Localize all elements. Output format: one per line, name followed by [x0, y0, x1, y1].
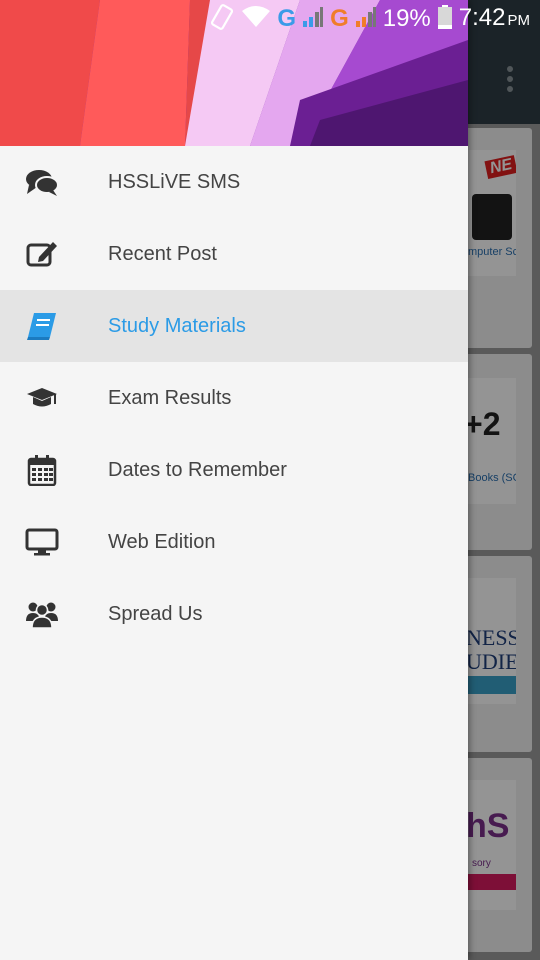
menu-item-spread-us[interactable]: Spread Us — [0, 578, 468, 650]
menu-item-label: Web Edition — [108, 531, 216, 553]
clock-ampm: PM — [507, 11, 531, 29]
menu-item-study-materials[interactable]: Study Materials — [0, 290, 468, 362]
menu-item-web-edition[interactable]: Web Edition — [0, 506, 468, 578]
signal-icon — [302, 6, 324, 33]
edit-icon — [24, 239, 60, 269]
navigation-drawer: HSSLiVE SMS Recent Post Study Materials … — [0, 0, 468, 960]
clock: 7:42 PM — [459, 3, 530, 36]
battery-percent: 19% — [382, 5, 431, 32]
vibrate-icon — [209, 3, 235, 35]
menu-item-label: Spread Us — [108, 603, 203, 625]
desktop-icon — [24, 527, 60, 557]
network-type-1: G — [277, 5, 297, 32]
menu-item-exam-results[interactable]: Exam Results — [0, 362, 468, 434]
menu-item-label: Dates to Remember — [108, 459, 287, 481]
wifi-icon — [241, 5, 271, 34]
menu-item-label: Recent Post — [108, 243, 217, 265]
menu-item-hsslive-sms[interactable]: HSSLiVE SMS — [0, 146, 468, 218]
network-type-2: G — [330, 5, 349, 32]
signal-icon — [355, 6, 377, 33]
status-bar: G G 19% 7:42 PM — [0, 0, 540, 38]
menu-item-recent-post[interactable]: Recent Post — [0, 218, 468, 290]
clock-time: 7:42 — [458, 3, 506, 31]
menu-item-label: Study Materials — [108, 315, 246, 337]
drawer-menu: HSSLiVE SMS Recent Post Study Materials … — [0, 146, 468, 650]
comments-icon — [24, 167, 60, 197]
graduation-cap-icon — [24, 383, 60, 413]
calendar-icon — [24, 455, 60, 486]
battery-icon — [437, 4, 453, 35]
status-icons: G G 19% 7:42 PM — [209, 4, 530, 34]
menu-item-label: Exam Results — [108, 387, 232, 409]
menu-item-dates-to-remember[interactable]: Dates to Remember — [0, 434, 468, 506]
menu-item-label: HSSLiVE SMS — [108, 171, 241, 193]
book-icon — [24, 311, 60, 341]
users-icon — [24, 599, 60, 629]
